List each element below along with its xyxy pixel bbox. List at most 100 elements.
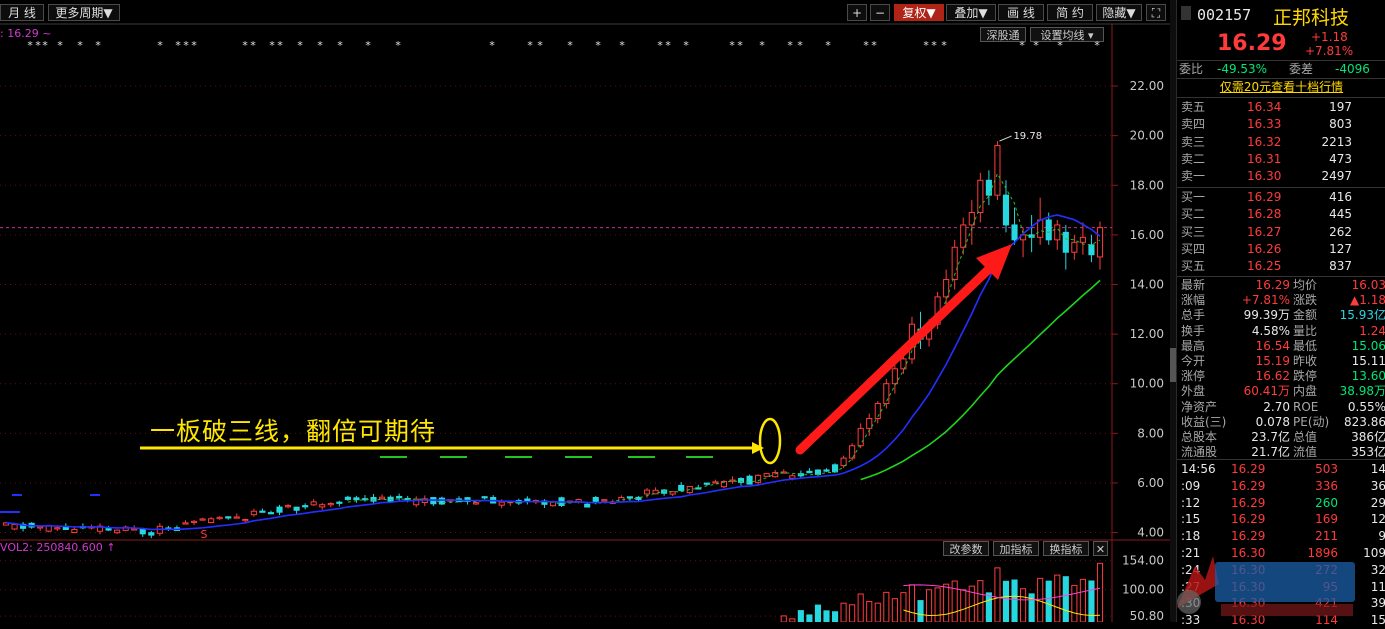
volume-bar — [797, 610, 804, 622]
divider — [1177, 276, 1385, 277]
level2-promo-link[interactable]: 仅需20元查看十档行情 — [1177, 79, 1385, 96]
candle-up — [54, 527, 61, 530]
bids-price: 16.27 — [1247, 224, 1282, 239]
candle-up — [327, 503, 334, 506]
volume-bar — [943, 583, 950, 622]
stock-name: 正邦科技 — [1273, 7, 1350, 29]
event-marker: * — [337, 39, 344, 52]
candle-up — [994, 145, 1001, 196]
candle-up — [190, 520, 198, 524]
candle-up — [712, 481, 719, 484]
volume-value: VOL2: 250840.600 — [0, 541, 103, 554]
candle-down — [814, 469, 822, 475]
stat-label: 换手 — [1181, 323, 1206, 338]
order-diff-label: 委差 — [1289, 62, 1314, 76]
candle-up — [319, 504, 326, 508]
candle-up — [242, 519, 249, 522]
asks-row: 卖四 16.33 803 — [1177, 116, 1385, 133]
event-marker: * — [759, 39, 766, 52]
asks-volume: 197 — [1329, 100, 1352, 114]
stat-row: 涨停 16.62 跌停 13.60 — [1177, 369, 1385, 384]
volume-bar — [857, 593, 864, 622]
stat-value: 13.60 — [1351, 369, 1385, 384]
change-params-button[interactable]: 改参数 — [943, 541, 989, 556]
stat-value: 23.7亿 — [1251, 430, 1290, 444]
tick-count: 15 — [1370, 613, 1385, 628]
event-marker: * — [931, 39, 938, 52]
bids-volume: 127 — [1329, 241, 1352, 256]
event-marker: * — [595, 39, 602, 52]
stat-row: 流通股 21.7亿 流值 353亿 — [1177, 445, 1385, 460]
candle-up — [216, 516, 223, 520]
switch-indicator-button[interactable]: 换指标 — [1043, 541, 1089, 556]
stat-label: 最高 — [1181, 338, 1206, 353]
stat-value: 0.55% — [1347, 399, 1385, 414]
asks-row: 卖五 16.34 197 — [1177, 99, 1385, 116]
candle-down — [1062, 231, 1069, 253]
price-tick-label: 4.00 — [1137, 526, 1164, 540]
candle-up — [755, 474, 762, 483]
stat-label: 总股本 — [1181, 430, 1218, 444]
stat-value: 2.70 — [1263, 399, 1290, 414]
candle-up — [1079, 236, 1086, 243]
bids-price: 16.26 — [1247, 241, 1282, 256]
stat-value: 15.93亿 — [1339, 308, 1385, 323]
stat-value: 386亿 — [1351, 430, 1385, 444]
stat-label: 收益(三) — [1181, 414, 1227, 429]
stat-row: 涨幅 +7.81% 涨跌 ▲1.18 — [1177, 293, 1385, 308]
candle-up — [601, 499, 608, 502]
add-indicator-button[interactable]: 加指标 — [993, 541, 1039, 556]
stat-value: +7.81% — [1241, 293, 1290, 308]
tick-volume: 503 — [1315, 462, 1338, 476]
volume-tick-label: 154.00 — [1122, 554, 1164, 568]
bids-label: 买五 — [1181, 259, 1206, 274]
stat-label: ROE — [1293, 399, 1319, 414]
price-change-pct: +7.81% — [1305, 44, 1354, 58]
tick-count: 11 — [1370, 579, 1385, 594]
volume-bar — [1045, 580, 1052, 622]
tick-volume: 211 — [1315, 529, 1338, 544]
candle-up — [114, 529, 121, 534]
volume-bar — [823, 610, 830, 622]
price-tick-label: 22.00 — [1130, 79, 1164, 93]
tick-row: :27 16.30 95 11 — [1177, 579, 1385, 596]
event-marker: * — [1019, 39, 1026, 52]
candle-down — [703, 482, 710, 485]
event-marker: * — [1033, 39, 1040, 52]
candle-down — [105, 528, 112, 531]
volume-bar — [1071, 584, 1078, 622]
asks-label: 卖五 — [1181, 100, 1206, 114]
tick-price: 16.30 — [1231, 613, 1266, 628]
divider — [1177, 97, 1385, 98]
close-icon[interactable]: ✕ — [1093, 541, 1108, 556]
candle-down — [353, 497, 360, 501]
stock-code: 002157 — [1197, 6, 1252, 24]
bids-price: 16.29 — [1247, 190, 1282, 204]
event-marker: * — [797, 39, 804, 52]
volume-bar — [1020, 588, 1027, 622]
stat-value: 99.39万 — [1243, 308, 1290, 323]
stat-label: 外盘 — [1181, 384, 1206, 399]
menu-icon[interactable] — [1181, 6, 1191, 20]
volume-bar — [780, 615, 787, 622]
candle-down — [344, 496, 351, 500]
kline-chart-area[interactable]: 月 线 更多周期▼ + − 复权▼ 叠加▼ 画 线 简 约 隐藏▼ ⛶ 深股通 … — [0, 0, 1170, 622]
candle-down — [746, 475, 753, 485]
stat-label: 最低 — [1293, 338, 1318, 353]
annotation-text: 一板破三线，翻倍可期待 — [150, 417, 437, 446]
high-point-pointer — [999, 135, 1012, 142]
stat-label: 净资产 — [1181, 399, 1218, 414]
trend-arrow-line — [795, 263, 995, 455]
candle-up — [182, 522, 189, 525]
asks-volume: 2213 — [1321, 134, 1352, 149]
candle-up — [11, 523, 18, 530]
stat-row: 总股本 23.7亿 总值 386亿 — [1177, 430, 1385, 445]
stat-value: 353亿 — [1351, 445, 1385, 460]
event-marker: * — [77, 39, 84, 52]
stat-value: 16.03 — [1351, 278, 1385, 292]
stat-label: 内盘 — [1293, 384, 1318, 399]
event-marker: * — [277, 39, 284, 52]
candle-down — [267, 512, 275, 515]
event-marker: * — [365, 39, 372, 52]
stat-row: 外盘 60.41万 内盘 38.98万 — [1177, 384, 1385, 399]
